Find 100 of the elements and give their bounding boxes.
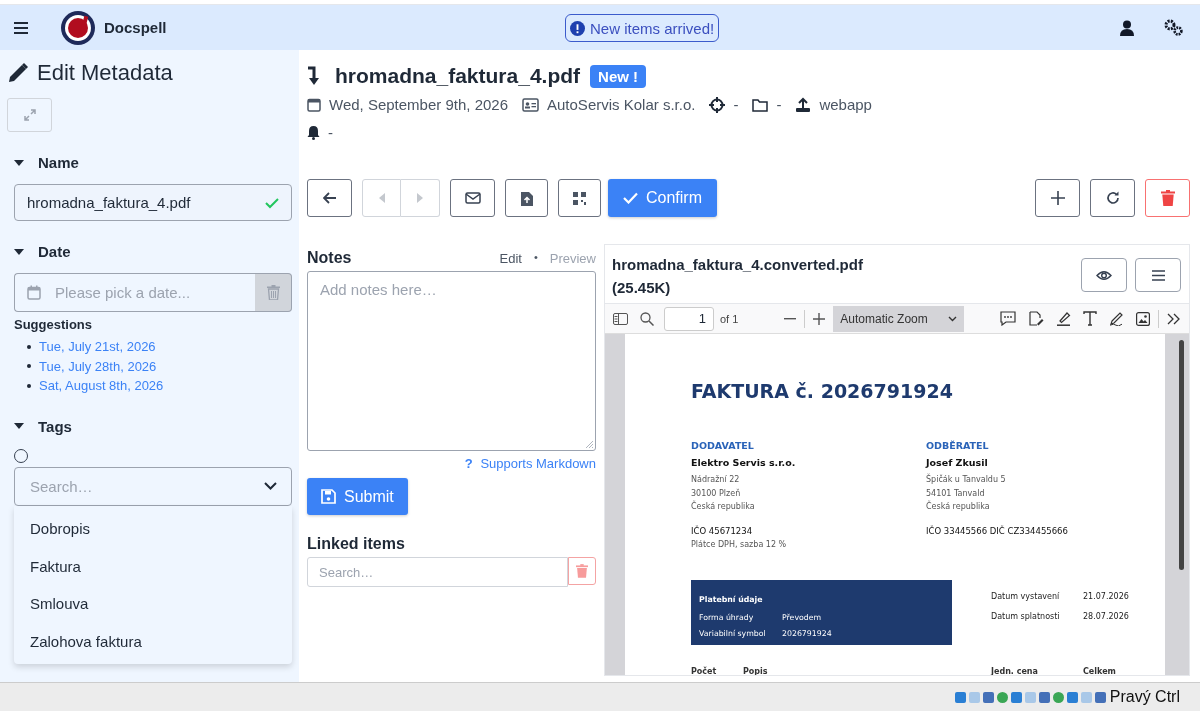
add-button[interactable]: [1035, 179, 1080, 217]
reload-button[interactable]: [1090, 179, 1135, 217]
arrow-down-icon: [307, 66, 321, 86]
envelope-icon: [464, 192, 481, 204]
check-icon: [265, 196, 279, 209]
comment-icon[interactable]: [1000, 311, 1016, 326]
scrollbar[interactable]: [1179, 340, 1184, 570]
back-button[interactable]: [307, 179, 352, 217]
party-name: Josef Zkusil: [926, 457, 989, 468]
address-line: Česká republika: [926, 502, 991, 512]
image-icon[interactable]: [1136, 311, 1150, 326]
qr-code-button[interactable]: [558, 179, 601, 217]
address-line: 54101 Tanvald: [926, 488, 986, 498]
id-card-icon: [522, 97, 539, 112]
sidebar-toggle-icon[interactable]: [613, 312, 628, 325]
bullet-icon: [27, 344, 31, 349]
vat-note: Plátce DPH, sazba 12 %: [691, 539, 788, 549]
table-header: Jedn. cena: [991, 667, 1039, 675]
tag-option[interactable]: Zalohova faktura: [14, 622, 292, 661]
bell-icon: [307, 125, 320, 140]
signature-icon[interactable]: [1028, 311, 1044, 326]
notes-title: Notes: [307, 249, 352, 267]
markdown-help-link[interactable]: ? Supports Markdown: [464, 456, 596, 471]
double-chevron-right-icon[interactable]: [1167, 312, 1181, 325]
separator-dot: •: [533, 251, 538, 265]
meta-value: -: [733, 96, 739, 113]
submit-button[interactable]: Submit: [307, 478, 408, 515]
bullet-icon: [27, 383, 31, 388]
settings-icon[interactable]: [1164, 18, 1184, 37]
highlighter-icon[interactable]: [1056, 311, 1071, 326]
delete-button[interactable]: [1145, 179, 1190, 217]
party-label: DODAVATEL: [691, 440, 755, 451]
menu-icon: [1151, 269, 1165, 281]
search-icon[interactable]: [640, 311, 654, 326]
tag-option[interactable]: Smlouva: [14, 584, 292, 623]
chevron-down-icon: [264, 482, 277, 490]
notes-mode-link[interactable]: Edit: [499, 251, 522, 266]
menu-icon[interactable]: [14, 20, 30, 35]
section-label[interactable]: Name: [38, 154, 79, 171]
bullet-icon: [27, 364, 31, 369]
meta-value: AutoServis Kolar s.r.o.: [547, 96, 696, 113]
page-count: of 1: [720, 312, 739, 325]
caret-icon[interactable]: [14, 158, 24, 167]
new-badge: New !: [590, 64, 647, 88]
attachment-title: hromadna_faktura_4.converted.pdf (25.45K): [612, 255, 864, 298]
file-upload-icon: [520, 190, 533, 206]
section-label[interactable]: Date: [38, 243, 71, 260]
page-number-field[interactable]: 1: [664, 306, 714, 331]
item-title: hromadna_faktura_4.pdf: [335, 64, 581, 88]
zoom-in-icon[interactable]: [813, 312, 826, 325]
triangle-left-icon: [378, 193, 385, 203]
meta-value: Wed, September 9th, 2026: [329, 96, 508, 113]
logo-icon[interactable]: [60, 9, 96, 46]
exclamation-icon: [570, 20, 585, 36]
confirm-button[interactable]: Confirm: [608, 179, 717, 217]
party-name: Elektro Servis s.r.o.: [691, 457, 797, 468]
app-name[interactable]: Docspell: [104, 19, 167, 36]
linked-items-title: Linked items: [307, 535, 406, 553]
caret-icon[interactable]: [14, 422, 24, 430]
meta-value: webapp: [819, 96, 872, 113]
caret-icon[interactable]: [14, 247, 24, 256]
tax-ids: IČO 33445566 DIČ CZ334455666: [926, 525, 1069, 536]
check-icon: [623, 192, 638, 204]
table-header: Popis: [743, 667, 769, 675]
section-label[interactable]: Tags: [38, 417, 72, 435]
eye-icon: [1096, 269, 1112, 281]
sidebar-title: Edit Metadata: [37, 60, 173, 86]
date-value: 28.07.2026: [1083, 612, 1129, 621]
qr-code-icon: [573, 191, 586, 205]
zoom-dropdown[interactable]: Automatic Zoom: [833, 305, 965, 332]
upload-file-button[interactable]: [505, 179, 548, 217]
date-value: 21.07.2026: [1083, 592, 1129, 601]
name-field[interactable]: hromadna_faktura_4.pdf: [14, 184, 292, 221]
invoice-heading: FAKTURA č. 2026791924: [691, 380, 954, 402]
host-key-label: Pravý Ctrl: [1109, 688, 1180, 706]
zoom-out-icon[interactable]: [784, 317, 797, 320]
date-suggestion-link[interactable]: Tue, July 21st, 2026: [39, 339, 156, 355]
resize-handle-icon[interactable]: [585, 440, 593, 448]
date-label: Datum vystavení: [991, 592, 1061, 601]
folder-icon: [752, 97, 769, 112]
user-icon[interactable]: [1120, 19, 1134, 36]
table-header: Počet: [691, 667, 718, 675]
tag-option[interactable]: Dobropis: [14, 509, 292, 548]
crosshair-icon: [709, 96, 726, 113]
party-label: ODBĚRATEL: [926, 440, 990, 451]
tag-option[interactable]: Faktura: [14, 547, 292, 585]
chevron-down-icon: [948, 315, 958, 322]
pen-icon[interactable]: [1109, 311, 1124, 326]
save-icon: [321, 489, 336, 504]
suggestions-label: Suggestions: [14, 317, 93, 332]
address-line: Nádražní 22: [691, 475, 741, 485]
menu-button[interactable]: [1135, 258, 1181, 292]
address-line: Česká republika: [691, 502, 756, 512]
text-icon[interactable]: [1083, 311, 1097, 326]
arrow-left-icon: [322, 192, 337, 204]
email-button[interactable]: [450, 179, 495, 217]
pencil-icon: [7, 62, 29, 84]
calendar-icon: [307, 97, 321, 112]
preview-toggle-button[interactable]: [1081, 258, 1127, 292]
new-items-notice[interactable]: New items arrived!: [565, 14, 720, 42]
